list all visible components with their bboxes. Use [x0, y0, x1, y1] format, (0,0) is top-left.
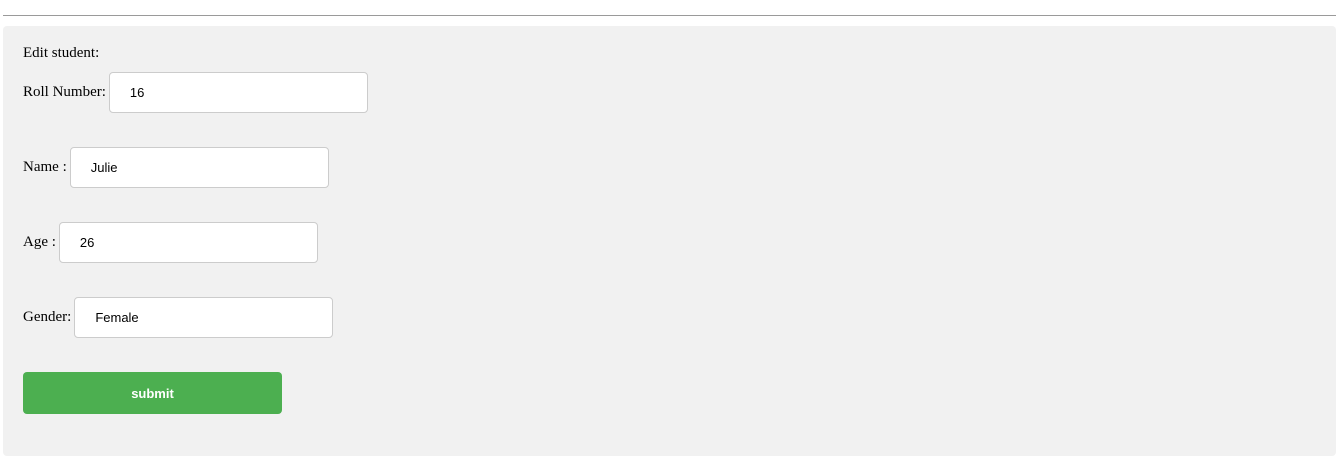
name-row: Name :	[23, 147, 329, 188]
age-row: Age :	[23, 222, 318, 263]
age-input[interactable]	[58, 222, 318, 263]
name-input[interactable]	[69, 147, 329, 188]
top-divider	[3, 15, 1336, 16]
gender-row: Gender:	[23, 297, 334, 338]
gender-input[interactable]	[74, 297, 334, 338]
form-heading: Edit student:	[23, 45, 100, 61]
gender-label: Gender:	[23, 309, 72, 325]
age-label: Age :	[23, 234, 56, 250]
edit-student-form: Edit student: Roll Number: Name : Age : …	[3, 26, 1336, 456]
submit-button[interactable]: submit	[23, 372, 282, 414]
name-label: Name :	[23, 159, 67, 175]
roll-number-row: Roll Number:	[23, 72, 368, 113]
roll-number-input[interactable]	[108, 72, 368, 113]
roll-number-label: Roll Number:	[23, 84, 106, 100]
